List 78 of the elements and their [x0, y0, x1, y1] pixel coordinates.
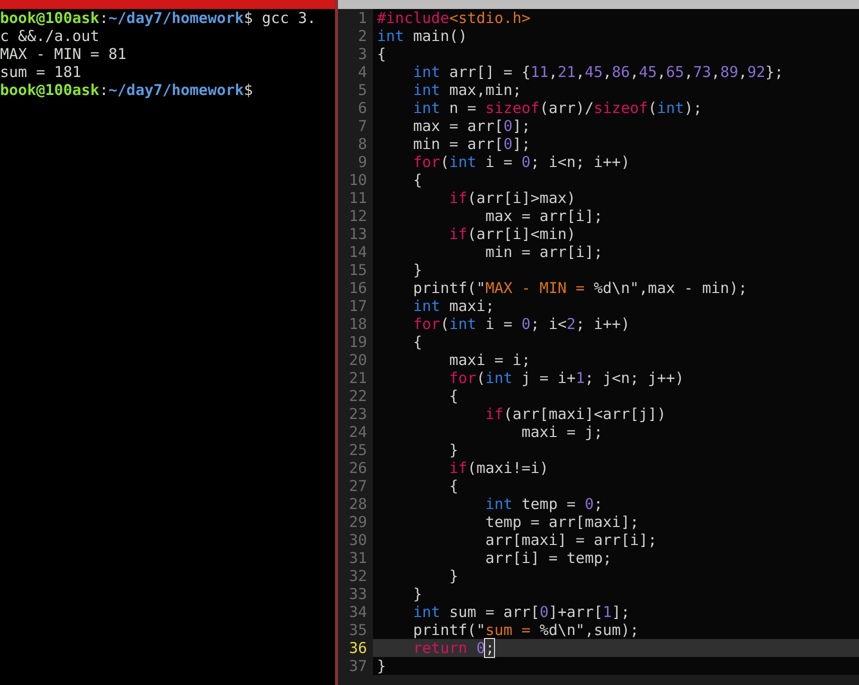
code-line: for(int j = i+1; j<n; j++)	[448, 369, 684, 387]
line-number: 20	[348, 351, 367, 369]
code-line: maxi = i;	[448, 351, 531, 369]
line-number: 35	[348, 621, 367, 639]
code-line: int n = sizeof(arr)/sizeof(int);	[412, 99, 702, 117]
line-number: 31	[348, 549, 367, 567]
code-line: int sum = arr[0]+arr[1];	[412, 603, 630, 621]
line-number: 7	[358, 117, 367, 135]
code-line: #include<stdio.h>	[377, 9, 531, 27]
line-number: 12	[348, 207, 367, 225]
code-line: if(arr[maxi]<arr[j])	[484, 405, 666, 423]
line-number: 29	[348, 513, 367, 531]
code-line: if(maxi!=i)	[448, 459, 549, 477]
line-number: 26	[348, 459, 367, 477]
code-line: int arr[] = {11,21,45,86,45,65,73,89,92};	[412, 63, 784, 81]
line-number: 28	[348, 495, 367, 513]
line-number: 37	[348, 657, 367, 675]
code-line: for(int i = 0; i<n; i++)	[412, 153, 630, 171]
terminal-line: sum = 181	[0, 63, 82, 81]
line-number: 6	[358, 99, 367, 117]
line-number: 18	[348, 315, 367, 333]
code-line: }	[377, 657, 386, 675]
code-line: temp = arr[maxi];	[484, 513, 639, 531]
line-number: 5	[358, 81, 367, 99]
code-line: }	[448, 441, 458, 459]
code-line: int max,min;	[412, 81, 522, 99]
line-number: 36	[348, 639, 367, 657]
line-number: 30	[348, 531, 367, 549]
code-line: for(int i = 0; i<2; i++)	[412, 315, 630, 333]
code-line: printf("sum = %d\n",sum);	[412, 621, 639, 639]
line-number: 24	[348, 423, 367, 441]
terminal-line: book@100ask:~/day7/homework$ gcc 3.	[0, 9, 316, 27]
line-number: 32	[348, 567, 367, 585]
code-line: min = arr[0];	[412, 135, 531, 153]
code-line: arr[i] = temp;	[484, 549, 612, 567]
code-line: {	[448, 387, 458, 405]
line-number: 2	[358, 27, 367, 45]
code-line: {	[412, 171, 422, 189]
line-number: 4	[358, 63, 367, 81]
line-number: 22	[348, 387, 367, 405]
line-number: 21	[348, 369, 367, 387]
code-line: if(arr[i]>max)	[448, 189, 576, 207]
code-line: {	[412, 333, 422, 351]
line-number: 33	[348, 585, 367, 603]
line-number: 10	[348, 171, 367, 189]
line-number: 34	[348, 603, 367, 621]
line-number: 8	[358, 135, 367, 153]
code-line: {	[448, 477, 458, 495]
line-number: 25	[348, 441, 367, 459]
line-number: 1	[358, 9, 367, 27]
code-line: if(arr[i]<min)	[448, 225, 576, 243]
terminal-line: c &&./a.out	[0, 27, 100, 45]
code-line: int main()	[377, 27, 468, 45]
code-line: int maxi;	[412, 297, 494, 315]
line-number: 17	[348, 297, 367, 315]
line-number: 19	[348, 333, 367, 351]
code-line: }	[412, 261, 422, 279]
code-line: max = arr[i];	[484, 207, 603, 225]
terminal-line: MAX - MIN = 81	[0, 45, 126, 63]
code-line: max = arr[0];	[412, 117, 531, 135]
code-line: min = arr[i];	[484, 243, 603, 261]
code-line: arr[maxi] = arr[i];	[484, 531, 657, 549]
line-number: 11	[348, 189, 367, 207]
code-line: printf("MAX - MIN = %d\n",max - min);	[412, 279, 748, 297]
line-number: 27	[348, 477, 367, 495]
code-line: {	[377, 45, 386, 63]
code-line: }	[448, 567, 458, 585]
code-line: }	[412, 585, 422, 603]
code-line: int temp = 0;	[484, 495, 603, 513]
line-number: 15	[348, 261, 367, 279]
line-number: 3	[358, 45, 367, 63]
line-number: 14	[348, 243, 367, 261]
line-number: 23	[348, 405, 367, 423]
code-line: maxi = j;	[520, 423, 603, 441]
line-number: 9	[358, 153, 367, 171]
line-number: 16	[348, 279, 367, 297]
terminal-line: book@100ask:~/day7/homework$	[0, 81, 253, 99]
line-number: 13	[348, 225, 367, 243]
